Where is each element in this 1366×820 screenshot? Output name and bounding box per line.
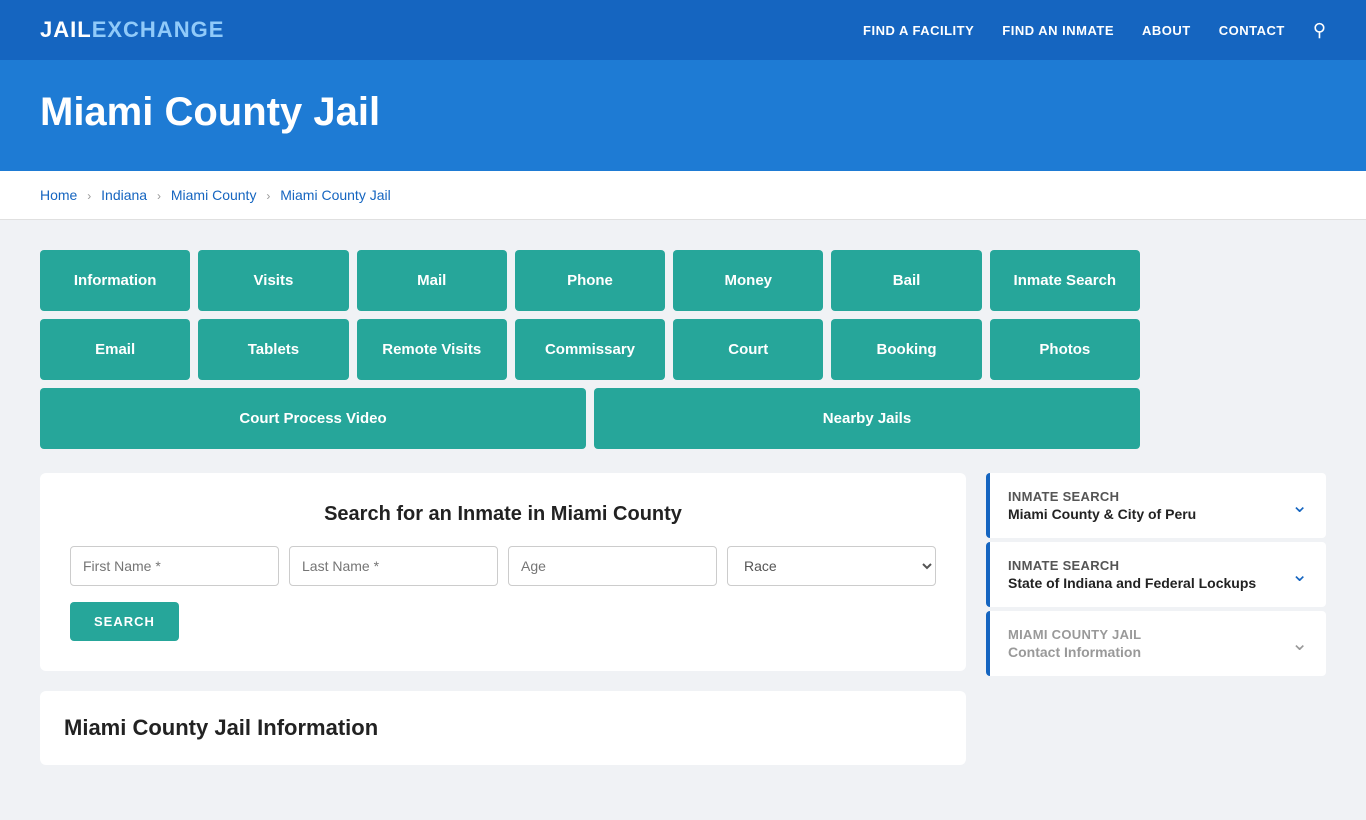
search-box: Search for an Inmate in Miami County Rac… <box>40 473 966 671</box>
btn-email[interactable]: Email <box>40 319 190 380</box>
sidebar-card-contact: Miami County Jail Contact Information ⌄ <box>986 611 1326 676</box>
btn-inmate-search[interactable]: Inmate Search <box>990 250 1140 311</box>
logo-exchange: EXCHANGE <box>92 17 225 42</box>
breadcrumb-home[interactable]: Home <box>40 187 77 203</box>
page-title: Miami County Jail <box>40 90 1326 135</box>
chevron-down-icon-2: ⌄ <box>1291 562 1308 587</box>
btn-photos[interactable]: Photos <box>990 319 1140 380</box>
sidebar-card-inmate-search-county-inner[interactable]: Inmate Search Miami County & City of Per… <box>990 473 1326 538</box>
chevron-down-icon-1: ⌄ <box>1291 493 1308 518</box>
sidebar-card-inmate-search-state-label: Inmate Search <box>1008 558 1256 573</box>
nav-about[interactable]: ABOUT <box>1142 23 1191 38</box>
info-section: Miami County Jail Information <box>40 691 966 765</box>
sidebar-card-contact-subtitle: Contact Information <box>1008 644 1141 660</box>
breadcrumb-sep-1: › <box>87 189 91 203</box>
main-nav: FIND A FACILITY FIND AN INMATE ABOUT CON… <box>863 20 1326 41</box>
btn-money[interactable]: Money <box>673 250 823 311</box>
btn-tablets[interactable]: Tablets <box>198 319 348 380</box>
header: JAILEXCHANGE FIND A FACILITY FIND AN INM… <box>0 0 1366 60</box>
search-button[interactable]: SEARCH <box>70 602 179 641</box>
first-name-input[interactable] <box>70 546 279 586</box>
btn-bail[interactable]: Bail <box>831 250 981 311</box>
nav-find-inmate[interactable]: FIND AN INMATE <box>1002 23 1114 38</box>
breadcrumb-miami-county-jail[interactable]: Miami County Jail <box>280 187 390 203</box>
sidebar-card-inmate-search-county: Inmate Search Miami County & City of Per… <box>986 473 1326 538</box>
logo[interactable]: JAILEXCHANGE <box>40 17 224 43</box>
age-input[interactable] <box>508 546 717 586</box>
last-name-input[interactable] <box>289 546 498 586</box>
sidebar-card-contact-inner[interactable]: Miami County Jail Contact Information ⌄ <box>990 611 1326 676</box>
search-title: Search for an Inmate in Miami County <box>70 503 936 526</box>
sidebar-card-inmate-search-county-text: Inmate Search Miami County & City of Per… <box>1008 489 1196 522</box>
button-grid: Information Visits Mail Phone Money Bail… <box>40 250 1140 449</box>
sidebar-card-contact-text: Miami County Jail Contact Information <box>1008 627 1141 660</box>
sidebar-card-inmate-search-county-subtitle: Miami County & City of Peru <box>1008 506 1196 522</box>
sidebar-card-inmate-search-state-inner[interactable]: Inmate Search State of Indiana and Feder… <box>990 542 1326 607</box>
chevron-down-icon-3: ⌄ <box>1291 631 1308 656</box>
nav-contact[interactable]: CONTACT <box>1219 23 1285 38</box>
btn-mail[interactable]: Mail <box>357 250 507 311</box>
sidebar-card-contact-label: Miami County Jail <box>1008 627 1141 642</box>
sidebar-card-inmate-search-state: Inmate Search State of Indiana and Feder… <box>986 542 1326 607</box>
btn-court-process-video[interactable]: Court Process Video <box>40 388 586 449</box>
left-column: Search for an Inmate in Miami County Rac… <box>40 473 966 765</box>
btn-commissary[interactable]: Commissary <box>515 319 665 380</box>
breadcrumb-miami-county[interactable]: Miami County <box>171 187 257 203</box>
race-select[interactable]: Race White Black Hispanic Asian Other <box>727 546 936 586</box>
right-sidebar: Inmate Search Miami County & City of Per… <box>986 473 1326 765</box>
search-icon[interactable]: ⚲ <box>1313 20 1326 41</box>
btn-booking[interactable]: Booking <box>831 319 981 380</box>
sidebar-card-inmate-search-county-label: Inmate Search <box>1008 489 1196 504</box>
logo-jail: JAIL <box>40 17 92 42</box>
info-title: Miami County Jail Information <box>64 715 942 741</box>
btn-nearby-jails[interactable]: Nearby Jails <box>594 388 1140 449</box>
sidebar-card-inmate-search-state-subtitle: State of Indiana and Federal Lockups <box>1008 575 1256 591</box>
breadcrumb-sep-2: › <box>157 189 161 203</box>
btn-visits[interactable]: Visits <box>198 250 348 311</box>
btn-information[interactable]: Information <box>40 250 190 311</box>
btn-remote-visits[interactable]: Remote Visits <box>357 319 507 380</box>
btn-phone[interactable]: Phone <box>515 250 665 311</box>
hero-section: Miami County Jail <box>0 60 1366 171</box>
btn-court[interactable]: Court <box>673 319 823 380</box>
breadcrumb-indiana[interactable]: Indiana <box>101 187 147 203</box>
search-fields: Race White Black Hispanic Asian Other <box>70 546 936 586</box>
breadcrumb: Home › Indiana › Miami County › Miami Co… <box>0 171 1366 220</box>
sidebar-card-inmate-search-state-text: Inmate Search State of Indiana and Feder… <box>1008 558 1256 591</box>
main-content: Information Visits Mail Phone Money Bail… <box>0 220 1366 820</box>
content-columns: Search for an Inmate in Miami County Rac… <box>40 473 1326 765</box>
nav-find-facility[interactable]: FIND A FACILITY <box>863 23 974 38</box>
breadcrumb-sep-3: › <box>266 189 270 203</box>
